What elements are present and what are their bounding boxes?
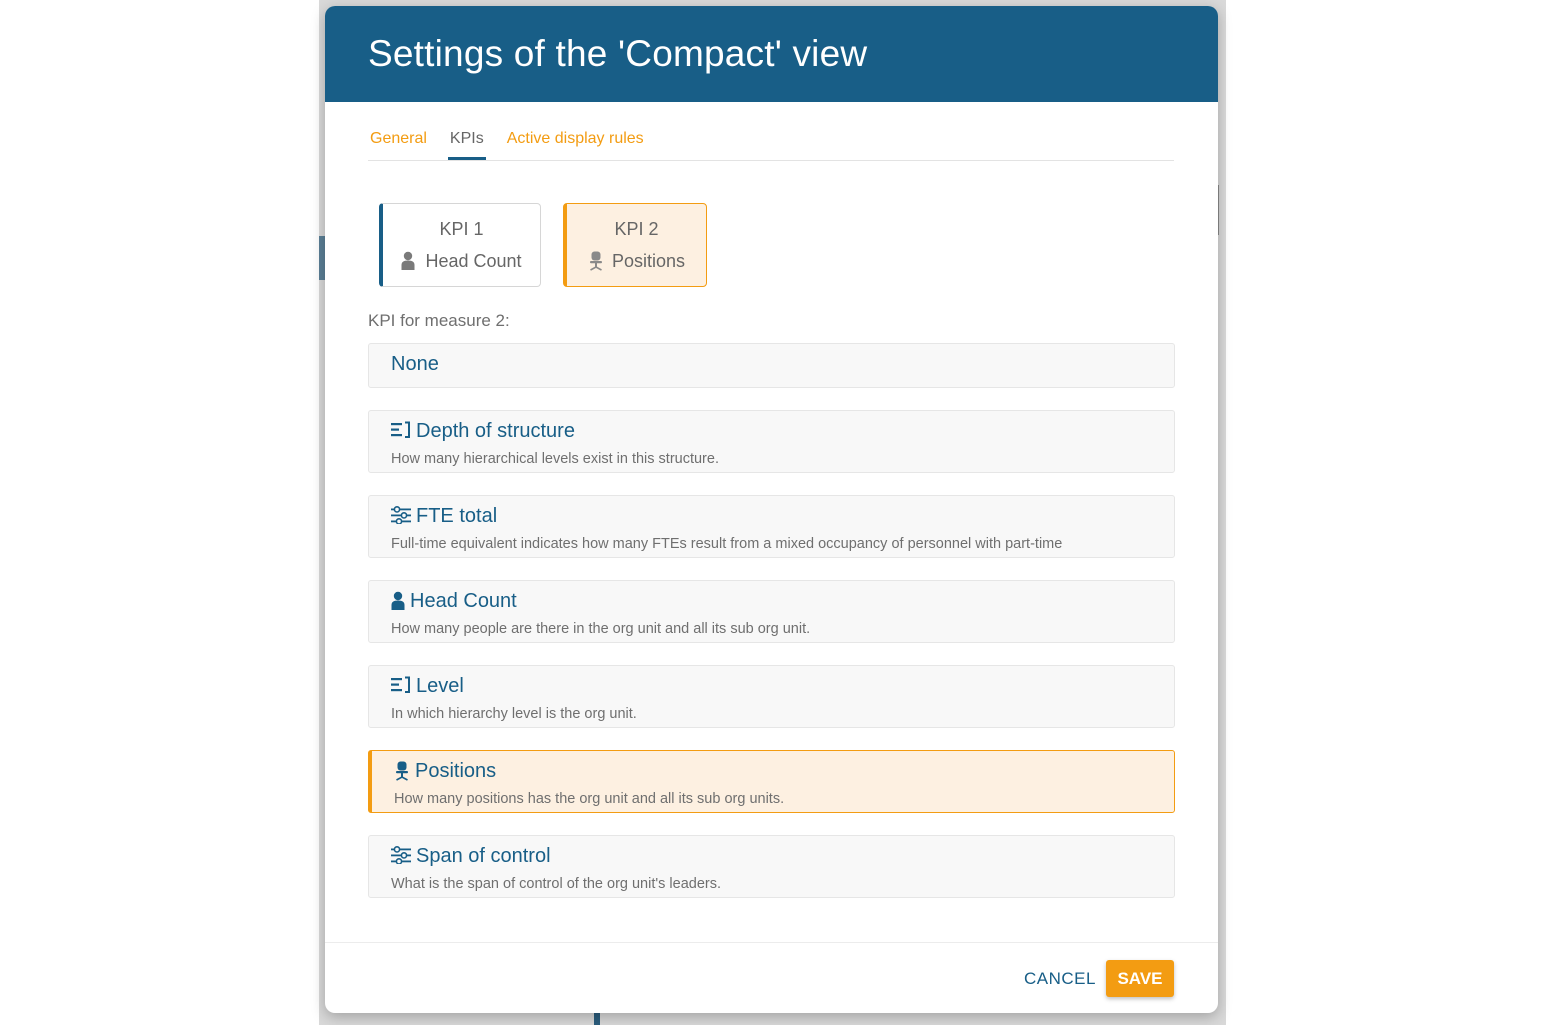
tab-general[interactable]: General xyxy=(368,122,429,160)
kpi-slot-label: KPI 2 xyxy=(614,219,659,239)
option-title: Head Count xyxy=(410,589,517,612)
option-description: How many hierarchical levels exist in th… xyxy=(391,451,719,467)
hierarchy-levels-icon xyxy=(391,421,411,441)
dialog-header: Settings of the 'Compact' view xyxy=(325,6,1218,102)
person-icon xyxy=(401,251,421,271)
kpi-slot-selector: KPI 1 Head Count KPI 2 Positions xyxy=(379,203,707,287)
option-description: How many people are there in the org uni… xyxy=(391,621,811,637)
person-icon xyxy=(391,591,405,611)
option-title: Positions xyxy=(415,759,497,782)
save-button[interactable]: SAVE xyxy=(1106,960,1174,997)
kpi-slot-label: KPI 1 xyxy=(439,219,484,239)
option-title: Depth of structure xyxy=(416,419,575,442)
tab-bar: General KPIs Active display rules xyxy=(368,122,1174,161)
option-span-of-control[interactable]: Span of control What is the span of cont… xyxy=(368,835,1175,898)
hierarchy-levels-icon xyxy=(391,676,411,696)
dialog-title: Settings of the 'Compact' view xyxy=(368,33,868,74)
option-level[interactable]: Level In which hierarchy level is the or… xyxy=(368,665,1175,728)
option-title: Level xyxy=(416,674,464,697)
kpi-slot-2[interactable]: KPI 2 Positions xyxy=(563,203,707,287)
sliders-icon xyxy=(391,846,411,866)
kpi-slot-1[interactable]: KPI 1 Head Count xyxy=(379,203,541,287)
sliders-icon xyxy=(391,506,411,526)
option-description: How many positions has the org unit and … xyxy=(394,791,785,807)
measure-label: KPI for measure 2: xyxy=(368,311,510,330)
kpi-slot-name: Head Count xyxy=(425,251,522,271)
option-title: None xyxy=(391,352,439,375)
footer-divider xyxy=(325,942,1218,943)
option-depth-of-structure[interactable]: Depth of structure How many hierarchical… xyxy=(368,410,1175,473)
office-chair-icon xyxy=(394,761,410,781)
settings-dialog: Settings of the 'Compact' view General K… xyxy=(325,6,1218,1013)
option-positions[interactable]: Positions How many positions has the org… xyxy=(368,750,1175,813)
option-description: In which hierarchy level is the org unit… xyxy=(391,706,637,722)
option-title: Span of control xyxy=(416,844,551,867)
option-description: Full-time equivalent indicates how many … xyxy=(391,536,1063,552)
option-title: FTE total xyxy=(416,504,498,527)
office-chair-icon xyxy=(588,251,608,271)
cancel-button[interactable]: CANCEL xyxy=(1015,961,1105,997)
option-head-count[interactable]: Head Count How many people are there in … xyxy=(368,580,1175,643)
option-description: What is the span of control of the org u… xyxy=(391,876,722,892)
background-marker xyxy=(594,1013,600,1025)
option-fte-total[interactable]: FTE total Full-time equivalent indicates… xyxy=(368,495,1175,558)
kpi-slot-name: Positions xyxy=(611,251,686,271)
option-none[interactable]: None xyxy=(368,343,1175,388)
tab-kpis[interactable]: KPIs xyxy=(447,122,486,160)
tab-active-display-rules[interactable]: Active display rules xyxy=(505,122,646,160)
